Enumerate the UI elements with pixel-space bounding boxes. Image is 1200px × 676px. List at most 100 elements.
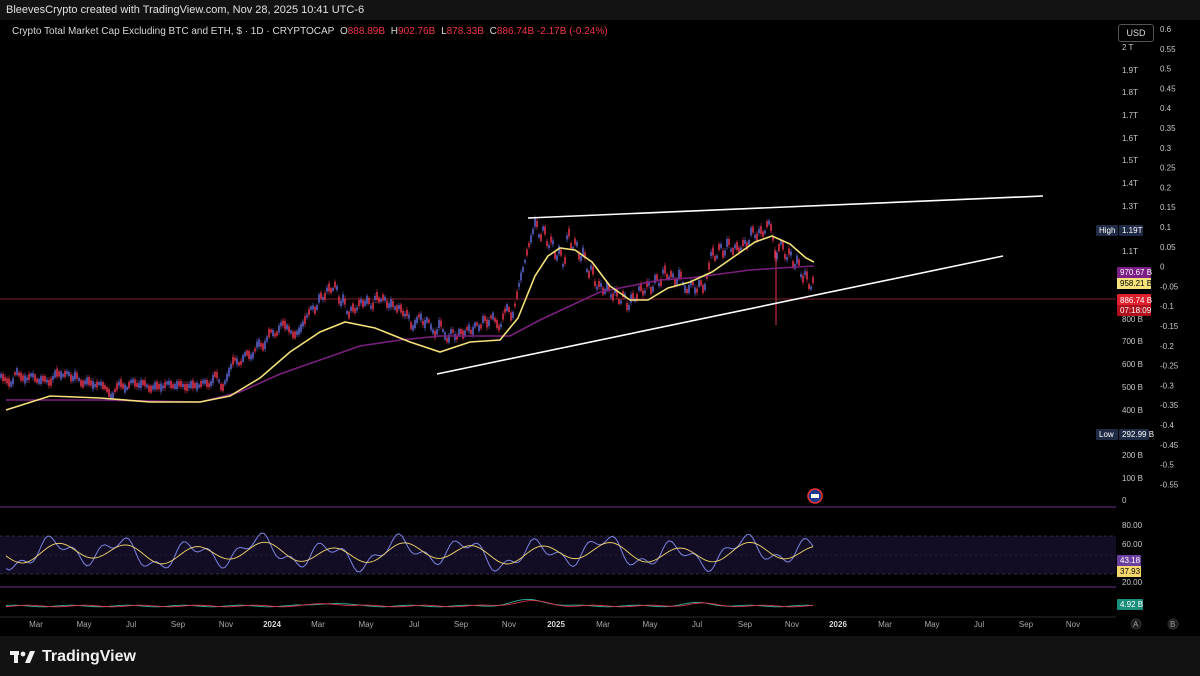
candle-body: [388, 303, 390, 309]
candle-body: [288, 326, 290, 333]
chart-area[interactable]: 2 T 1.9T 1.8T 1.7T 1.6T 1.5T 1.4T 1.3T 1.1T 800 B…: [0, 20, 1200, 636]
candle-body: [306, 314, 308, 318]
candle-body: [90, 380, 92, 386]
candle-body: [340, 301, 342, 306]
candle-body: [414, 320, 416, 328]
candle-body: [412, 325, 414, 331]
candle-body: [50, 378, 52, 386]
symbol-legend[interactable]: Crypto Total Market Cap Excluding BTC an…: [12, 26, 608, 37]
candle-body: [42, 376, 44, 382]
candle-body: [736, 242, 738, 250]
auto-scale-button: A: [1133, 620, 1139, 629]
price-axis-tick: 1.8T: [1122, 88, 1138, 97]
candle-body: [148, 385, 150, 392]
time-axis-tick: Sep: [738, 620, 753, 629]
footer-bar: TradingView: [0, 636, 1200, 676]
candle-body: [260, 343, 262, 347]
candle-body: [172, 384, 174, 389]
candle-body: [704, 284, 706, 290]
candle-body: [328, 283, 330, 292]
high-value: 902.76B: [398, 26, 436, 37]
candle-body: [348, 311, 350, 319]
candle-body: [574, 238, 576, 245]
candle-body: [374, 296, 376, 300]
candle-body: [786, 257, 788, 260]
close-value: 886.74B: [496, 26, 535, 37]
candle-body: [516, 291, 518, 299]
candle-body: [236, 358, 238, 365]
candle-body: [218, 379, 220, 383]
candle-body: [250, 354, 252, 360]
candle-body: [676, 279, 678, 285]
candle-body: [764, 230, 766, 234]
candle-body: [36, 378, 38, 383]
candle-body: [252, 352, 254, 359]
candle-body: [610, 294, 612, 298]
candle-body: [296, 331, 298, 335]
candle-body: [0, 373, 2, 378]
candle-body: [738, 247, 740, 253]
candle-body: [140, 380, 142, 388]
candle-body: [404, 313, 406, 317]
candle-body: [758, 229, 760, 233]
candle-body: [70, 374, 72, 382]
candle-body: [376, 292, 378, 300]
candle-body: [486, 319, 488, 328]
percent-axis-tick: -0.3: [1160, 381, 1174, 390]
candle-body: [756, 233, 758, 241]
candle-body: [632, 293, 634, 299]
candle-body: [346, 311, 348, 314]
candle-body: [494, 318, 496, 322]
candle-body: [290, 330, 292, 334]
candle-body: [202, 380, 204, 384]
chart-canvas[interactable]: 2 T 1.9T 1.8T 1.7T 1.6T 1.5T 1.4T 1.3T 1.1T 800 B…: [0, 20, 1200, 636]
low-value-badge: 292.99 B: [1122, 430, 1154, 439]
rsi-signal-badge: 37.93: [1120, 567, 1141, 576]
candle-body: [10, 381, 12, 387]
candle-body: [476, 322, 478, 326]
candle-body: [446, 338, 448, 342]
candle-body: [208, 383, 210, 388]
candle-body: [132, 379, 134, 383]
candle-body: [630, 294, 632, 303]
candle-body: [518, 283, 520, 287]
candle-body: [744, 240, 746, 244]
candle-body: [344, 298, 346, 305]
candle-body: [498, 325, 500, 331]
candle-body: [428, 319, 430, 323]
price-axis-tick: 600 B: [1122, 360, 1143, 369]
time-axis-tick: Nov: [502, 620, 516, 629]
candle-body: [426, 317, 428, 323]
candle-body: [590, 265, 592, 270]
currency-button[interactable]: USD: [1118, 24, 1154, 42]
candle-body: [734, 244, 736, 249]
high-label-badge: High: [1099, 226, 1115, 235]
candle-body: [478, 325, 480, 331]
candle-body: [810, 286, 812, 290]
candle-body: [350, 307, 352, 311]
candle-body: [254, 348, 256, 352]
percent-axis-tick: 0.3: [1160, 144, 1172, 153]
candle-body: [262, 343, 264, 351]
time-axis-tick: May: [358, 620, 373, 629]
percent-axis-tick: -0.2: [1160, 342, 1174, 351]
tradingview-logo[interactable]: TradingView: [10, 646, 136, 668]
percent-axis-tick: 0.05: [1160, 243, 1176, 252]
candle-body: [732, 248, 734, 255]
candle-body: [600, 283, 602, 287]
candle-body: [6, 378, 8, 384]
candle-body: [300, 324, 302, 332]
percent-axis-tick: -0.55: [1160, 480, 1179, 489]
candle-body: [302, 321, 304, 327]
candle-body: [666, 274, 668, 279]
percent-axis-tick: -0.4: [1160, 421, 1174, 430]
time-axis-tick: Mar: [29, 620, 43, 629]
candle-body: [418, 314, 420, 318]
candle-body: [526, 249, 528, 256]
candle-body: [740, 247, 742, 251]
candle-body: [460, 329, 462, 334]
candle-body: [32, 373, 34, 378]
percent-axis-tick: 0.25: [1160, 164, 1176, 173]
candle-body: [750, 227, 752, 236]
price-axis-tick: 700 B: [1122, 337, 1143, 346]
